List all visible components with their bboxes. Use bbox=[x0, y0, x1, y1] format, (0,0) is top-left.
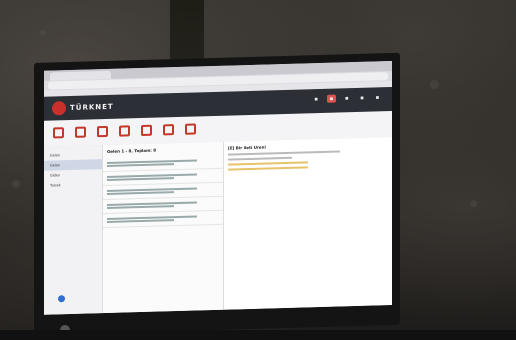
nav-item[interactable]: ■ bbox=[342, 94, 351, 102]
wall-texture bbox=[470, 200, 477, 207]
nav-item[interactable]: ■ bbox=[357, 94, 366, 102]
nav-item-active[interactable]: ■ bbox=[326, 94, 337, 103]
attachment-line[interactable] bbox=[228, 166, 308, 171]
browser-tab[interactable] bbox=[50, 70, 111, 81]
monitor: TÜRKNET ■ ■ ■ ■ ■ Gelen Gelen Giden Tasl… bbox=[34, 52, 400, 335]
logo-text: TÜRKNET bbox=[70, 102, 114, 112]
preview-title: [E] Bir ileti Ureni bbox=[228, 144, 266, 151]
delete-icon[interactable] bbox=[160, 123, 176, 137]
folder-list: Gelen Gelen Giden Taslak bbox=[44, 145, 102, 315]
refresh-icon[interactable] bbox=[72, 126, 88, 139]
desk-shadow bbox=[0, 330, 516, 340]
message-list: Gelen 1 - 8, Toplam: 8 bbox=[102, 141, 223, 314]
reply-all-icon[interactable] bbox=[116, 124, 132, 138]
compose-icon[interactable] bbox=[50, 126, 66, 140]
forward-icon[interactable] bbox=[138, 124, 154, 137]
folder-item[interactable]: Taslak bbox=[44, 179, 102, 191]
more-icon[interactable] bbox=[182, 122, 198, 136]
nav-item[interactable]: ■ bbox=[311, 95, 320, 103]
reply-icon[interactable] bbox=[94, 125, 110, 138]
logo-icon bbox=[52, 101, 66, 116]
message-row[interactable] bbox=[103, 210, 223, 229]
app-nav: ■ ■ ■ ■ ■ bbox=[311, 93, 382, 103]
attachment-line[interactable] bbox=[228, 161, 308, 166]
nav-item[interactable]: ■ bbox=[373, 93, 382, 101]
preview-line bbox=[228, 150, 340, 156]
wall-texture bbox=[12, 180, 20, 188]
preview-line bbox=[228, 156, 292, 161]
wall-texture bbox=[430, 80, 439, 89]
mail-body: Gelen Gelen Giden Taslak Gelen 1 - 8, To… bbox=[44, 137, 392, 315]
wall-texture bbox=[40, 30, 46, 36]
message-preview: [E] Bir ileti Ureni bbox=[223, 137, 392, 310]
screen: TÜRKNET ■ ■ ■ ■ ■ Gelen Gelen Giden Tasl… bbox=[44, 61, 392, 315]
